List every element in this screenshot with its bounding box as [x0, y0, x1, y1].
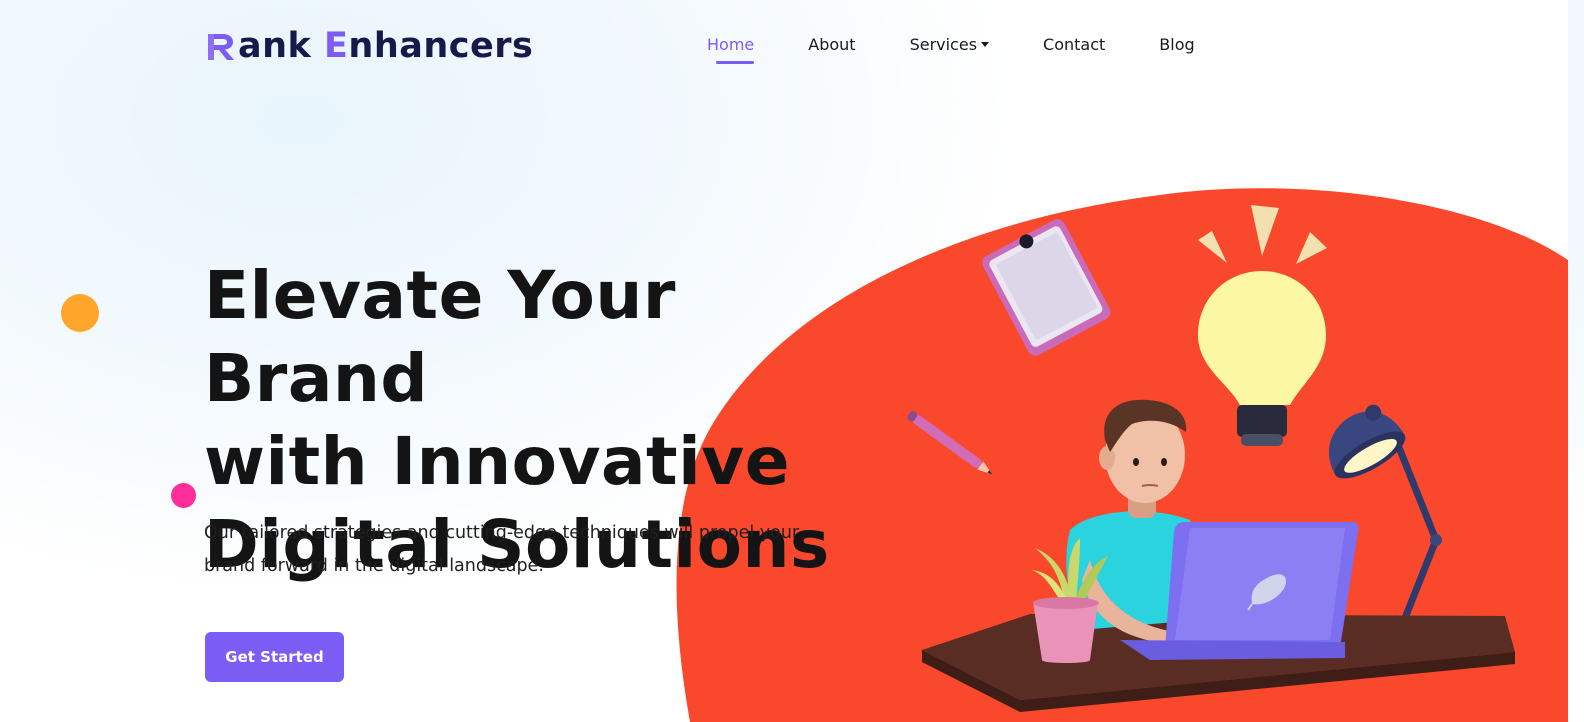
nav-services-label: Services: [909, 34, 978, 54]
nav-services[interactable]: Services: [909, 33, 990, 55]
brand-name-accent-letter: E: [324, 25, 349, 66]
get-started-button[interactable]: Get Started: [205, 632, 344, 682]
brand-name-part-1: ank: [238, 25, 324, 66]
brand-logo[interactable]: ank Enhancers: [206, 24, 533, 68]
brand-name-part-2: nhancers: [348, 25, 534, 66]
decorative-pink-dot: [171, 483, 196, 508]
hero-headline-line-1: Elevate Your Brand: [204, 257, 676, 417]
nav-home-label: Home: [707, 34, 755, 54]
hero-subtext: Our tailored strategies and cutting-edge…: [204, 523, 800, 576]
nav-about[interactable]: About: [808, 33, 855, 55]
main-nav: Home About Services Contact Blog: [707, 33, 1249, 64]
nav-blog[interactable]: Blog: [1159, 33, 1194, 55]
nav-contact[interactable]: Contact: [1043, 33, 1105, 55]
nav-home[interactable]: Home: [707, 33, 755, 64]
nav-about-label: About: [808, 34, 856, 54]
logo-r-mark-icon: [208, 34, 234, 60]
decorative-orange-dot: [61, 294, 99, 332]
hero-headline-line-2: with Innovative: [204, 423, 790, 500]
site-header: ank Enhancers Home About Services Contac…: [0, 0, 1568, 90]
nav-contact-label: Contact: [1043, 34, 1106, 54]
nav-blog-label: Blog: [1159, 34, 1195, 54]
brand-name: ank Enhancers: [238, 25, 534, 66]
chevron-down-icon: [981, 41, 990, 47]
